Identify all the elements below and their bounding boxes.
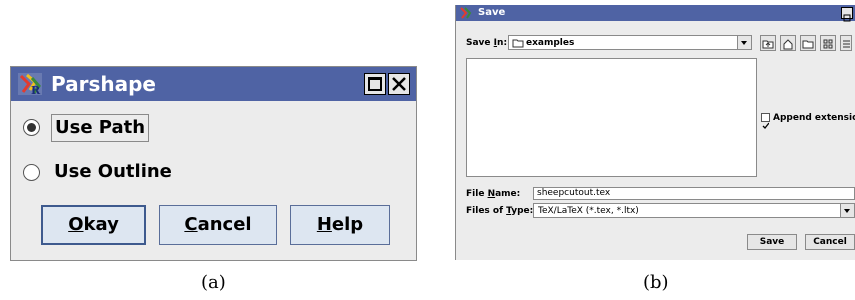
- app-logo-icon: [460, 7, 472, 19]
- okay-button[interactable]: Okay: [41, 205, 146, 245]
- folder-icon: [512, 39, 524, 48]
- file-name-field[interactable]: sheepcutout.tex: [533, 187, 855, 200]
- svg-text:R: R: [31, 84, 41, 96]
- home-button[interactable]: [780, 35, 796, 51]
- file-name-value: sheepcutout.tex: [537, 188, 611, 198]
- help-mnemonic: H: [316, 214, 332, 235]
- radio-dot-icon: [27, 123, 36, 132]
- files-of-type-combo[interactable]: TeX/LaTeX (*.tex, *.ltx): [533, 203, 855, 218]
- caption-b: (b): [643, 272, 669, 293]
- files-of-type-label: Files of Type:: [466, 206, 534, 216]
- maximize-icon: [843, 14, 851, 22]
- title-bar[interactable]: Save: [456, 5, 855, 22]
- files-of-type-value: TeX/LaTeX (*.tex, *.ltx): [538, 206, 639, 216]
- details-view-button[interactable]: [840, 35, 852, 51]
- window-title: Parshape: [51, 72, 156, 96]
- up-folder-icon: [762, 40, 774, 49]
- help-button[interactable]: Help: [290, 205, 390, 245]
- file-list[interactable]: [466, 58, 757, 177]
- save-in-value: examples: [526, 38, 575, 48]
- parshape-dialog: R Parshape Use Path Use Outline Okay Can…: [10, 66, 417, 261]
- cancel-button[interactable]: Cancel: [805, 234, 855, 250]
- close-icon: [392, 77, 406, 91]
- home-icon: [783, 39, 793, 50]
- caption-a: (a): [201, 272, 226, 293]
- app-logo-icon: R: [18, 73, 42, 96]
- close-button[interactable]: [388, 73, 410, 95]
- cancel-label: ancel: [197, 214, 252, 235]
- help-label: elp: [331, 214, 364, 235]
- radio-label-use-path: Use Path: [51, 114, 150, 142]
- okay-label: kay: [83, 214, 119, 235]
- maximize-button[interactable]: [841, 7, 853, 22]
- okay-mnemonic: O: [68, 214, 84, 235]
- new-folder-icon: [802, 40, 814, 49]
- append-extension-checkbox[interactable]: [761, 113, 770, 129]
- list-view-icon: [823, 39, 833, 49]
- window-title: Save: [478, 7, 506, 18]
- cancel-button[interactable]: Cancel: [159, 205, 277, 245]
- list-view-button[interactable]: [820, 35, 836, 51]
- up-folder-button[interactable]: [760, 35, 776, 51]
- append-extension-label: Append extension: [773, 113, 855, 123]
- cancel-mnemonic: C: [184, 214, 198, 235]
- details-view-icon: [843, 40, 850, 48]
- maximize-button[interactable]: [364, 73, 386, 95]
- radio-button-unselected[interactable]: [23, 164, 40, 181]
- save-in-label: Save In:: [466, 38, 508, 48]
- chevron-down-icon[interactable]: [840, 204, 854, 217]
- save-button[interactable]: Save: [747, 234, 797, 250]
- title-bar[interactable]: R Parshape: [11, 67, 416, 101]
- chevron-down-icon[interactable]: [737, 36, 751, 49]
- maximize-icon: [368, 77, 382, 91]
- checkmark-icon: [762, 122, 770, 129]
- new-folder-button[interactable]: [800, 35, 816, 51]
- radio-button-selected[interactable]: [23, 119, 40, 136]
- save-dialog: Save Save In: examples Append extension …: [455, 5, 855, 260]
- save-in-combo[interactable]: examples: [508, 35, 752, 50]
- file-name-label: File Name:: [466, 189, 521, 199]
- radio-label-use-outline: Use Outline: [54, 161, 172, 182]
